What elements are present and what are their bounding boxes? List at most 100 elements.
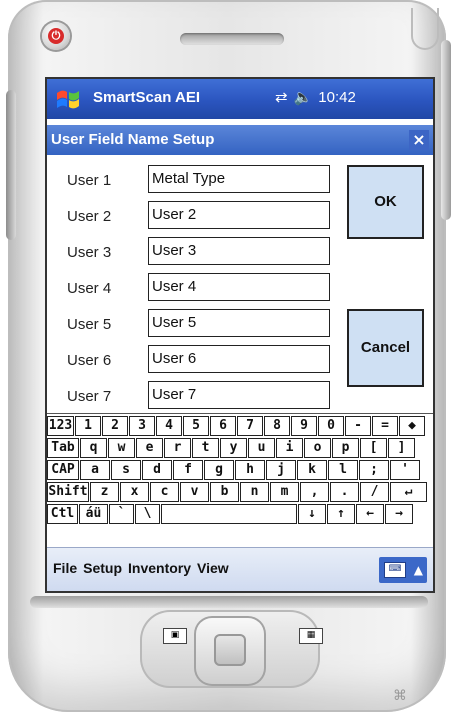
key[interactable]: 0 bbox=[318, 416, 344, 436]
menu-inventory[interactable]: Inventory bbox=[128, 560, 191, 576]
accent-key[interactable]: áü bbox=[79, 504, 108, 524]
field-input[interactable]: Metal Type bbox=[148, 165, 330, 193]
volume-icon[interactable]: 🔈 bbox=[294, 88, 313, 106]
title-bar: SmartScan AEI ⇄ 🔈 10:42 bbox=[47, 79, 433, 119]
field-row: User 7 User 7 bbox=[47, 381, 347, 411]
key[interactable]: h bbox=[235, 460, 265, 480]
cancel-button[interactable]: Cancel bbox=[347, 309, 424, 387]
key[interactable]: m bbox=[270, 482, 299, 502]
key[interactable]: - bbox=[345, 416, 371, 436]
key[interactable]: t bbox=[192, 438, 219, 458]
key[interactable]: 2 bbox=[102, 416, 128, 436]
keyboard-row: Ctl áü ` \ ↓ ↑ ← → bbox=[47, 504, 433, 526]
key[interactable]: c bbox=[150, 482, 179, 502]
key[interactable]: 123 bbox=[47, 416, 74, 436]
key[interactable]: [ bbox=[360, 438, 387, 458]
left-softkey-icon[interactable]: ▣ bbox=[163, 628, 187, 644]
key[interactable]: o bbox=[304, 438, 331, 458]
key[interactable]: ' bbox=[390, 460, 420, 480]
keyboard-row: Shift z x c v b n m , . / ↵ bbox=[47, 482, 433, 504]
left-arrow-key[interactable]: ← bbox=[356, 504, 384, 524]
connectivity-icon[interactable]: ⇄ bbox=[275, 88, 288, 106]
key[interactable]: z bbox=[90, 482, 119, 502]
field-input[interactable]: User 4 bbox=[148, 273, 330, 301]
status-area: ⇄ 🔈 10:42 bbox=[275, 88, 356, 107]
top-right-button[interactable] bbox=[411, 8, 439, 50]
key[interactable]: f bbox=[173, 460, 203, 480]
down-arrow-key[interactable]: ↓ bbox=[298, 504, 326, 524]
key[interactable]: k bbox=[297, 460, 327, 480]
field-label: User 3 bbox=[67, 244, 112, 261]
menu-view[interactable]: View bbox=[197, 560, 229, 576]
keyboard-toggle-button[interactable]: ⌨ ▲ bbox=[379, 557, 427, 583]
device-screen: SmartScan AEI ⇄ 🔈 10:42 User Field Name … bbox=[45, 77, 435, 593]
key[interactable]: ` bbox=[109, 504, 134, 524]
power-button[interactable]: ⏻ bbox=[42, 22, 70, 50]
field-label: User 2 bbox=[67, 208, 112, 225]
field-input[interactable]: User 5 bbox=[148, 309, 330, 337]
key[interactable]: \ bbox=[135, 504, 160, 524]
key[interactable]: y bbox=[220, 438, 247, 458]
field-input[interactable]: User 7 bbox=[148, 381, 330, 409]
clock[interactable]: 10:42 bbox=[318, 89, 356, 106]
key[interactable]: , bbox=[300, 482, 329, 502]
side-grip-right bbox=[441, 40, 451, 220]
key[interactable]: 7 bbox=[237, 416, 263, 436]
key[interactable]: 8 bbox=[264, 416, 290, 436]
chevron-up-icon: ▲ bbox=[413, 563, 423, 577]
menu-file[interactable]: File bbox=[53, 560, 77, 576]
field-input[interactable]: User 3 bbox=[148, 237, 330, 265]
side-grip-left bbox=[6, 90, 16, 240]
key[interactable]: i bbox=[276, 438, 303, 458]
key[interactable]: p bbox=[332, 438, 359, 458]
key[interactable]: . bbox=[330, 482, 359, 502]
field-input[interactable]: User 6 bbox=[148, 345, 330, 373]
field-label: User 6 bbox=[67, 352, 112, 369]
field-input[interactable]: User 2 bbox=[148, 201, 330, 229]
key[interactable]: = bbox=[372, 416, 398, 436]
menu-setup[interactable]: Setup bbox=[83, 560, 122, 576]
space-key[interactable] bbox=[161, 504, 297, 524]
key[interactable]: 3 bbox=[129, 416, 155, 436]
enter-key[interactable]: ↵ bbox=[390, 482, 427, 502]
key[interactable]: n bbox=[240, 482, 269, 502]
key[interactable]: s bbox=[111, 460, 141, 480]
key[interactable]: 9 bbox=[291, 416, 317, 436]
backspace-key[interactable]: ◆ bbox=[399, 416, 425, 436]
tab-key[interactable]: Tab bbox=[47, 438, 79, 458]
key[interactable]: d bbox=[142, 460, 172, 480]
shift-key[interactable]: Shift bbox=[47, 482, 89, 502]
key[interactable]: e bbox=[136, 438, 163, 458]
key[interactable]: r bbox=[164, 438, 191, 458]
key[interactable]: j bbox=[266, 460, 296, 480]
key[interactable]: u bbox=[248, 438, 275, 458]
key[interactable]: ; bbox=[359, 460, 389, 480]
menu-items: File Setup Inventory View bbox=[53, 560, 229, 576]
key[interactable]: 1 bbox=[75, 416, 101, 436]
key[interactable]: l bbox=[328, 460, 358, 480]
right-arrow-key[interactable]: → bbox=[385, 504, 413, 524]
key[interactable]: 4 bbox=[156, 416, 182, 436]
up-arrow-key[interactable]: ↑ bbox=[327, 504, 355, 524]
key[interactable]: a bbox=[80, 460, 110, 480]
ctrl-key[interactable]: Ctl bbox=[47, 504, 78, 524]
key[interactable]: x bbox=[120, 482, 149, 502]
key[interactable]: w bbox=[108, 438, 135, 458]
power-icon: ⏻ bbox=[48, 28, 64, 44]
windows-flag-icon[interactable] bbox=[55, 86, 81, 112]
key[interactable]: 5 bbox=[183, 416, 209, 436]
key[interactable]: g bbox=[204, 460, 234, 480]
close-icon[interactable]: × bbox=[409, 130, 429, 150]
right-softkey-icon[interactable]: ▦ bbox=[299, 628, 323, 644]
key[interactable]: 6 bbox=[210, 416, 236, 436]
dpad-center-button[interactable] bbox=[214, 634, 246, 666]
key[interactable]: v bbox=[180, 482, 209, 502]
keyboard-row: Tab q w e r t y u i o p [ ] bbox=[47, 438, 433, 460]
ok-button[interactable]: OK bbox=[347, 165, 424, 239]
caps-key[interactable]: CAP bbox=[47, 460, 79, 480]
field-label: User 4 bbox=[67, 280, 112, 297]
key[interactable]: ] bbox=[388, 438, 415, 458]
key[interactable]: / bbox=[360, 482, 389, 502]
key[interactable]: q bbox=[80, 438, 107, 458]
key[interactable]: b bbox=[210, 482, 239, 502]
